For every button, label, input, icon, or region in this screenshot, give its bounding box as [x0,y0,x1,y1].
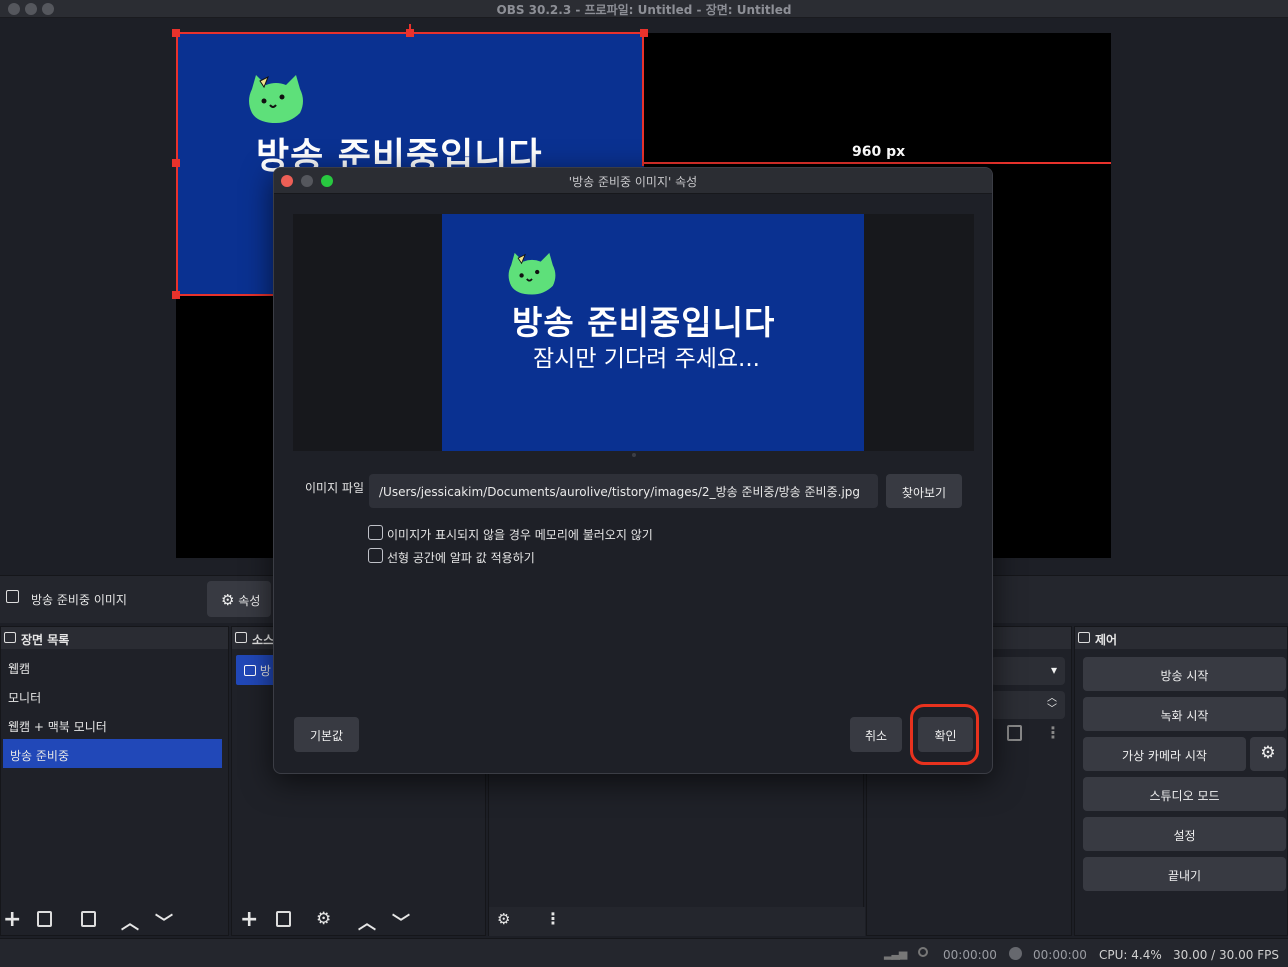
move-source-down-icon[interactable]: ﹀ [392,909,410,935]
window-titlebar: OBS 30.2.3 - 프로파일: Untitled - 장면: Untitl… [0,0,1288,18]
image-file-label: 이미지 파일 [305,481,365,495]
signal-bars-icon: ▂▃▅ [884,947,907,960]
scenes-title: 장면 목록 [21,633,70,647]
preview-resize-grip[interactable] [632,453,636,457]
transition-select[interactable]: ▾ [991,657,1065,685]
highlight-ring [910,704,979,765]
advanced-audio-icon[interactable]: ⚙ [497,910,510,928]
stream-time: 00:00:00 [943,948,997,962]
mixer-menu-icon[interactable]: ⋮ [545,909,561,928]
dialog-zoom-button[interactable] [321,175,333,187]
scene-label: 웹캠 + 맥북 모니터 [8,720,107,734]
exit-button[interactable]: 끝내기 [1083,857,1286,891]
scene-label: 방송 준비중 [10,749,70,763]
stream-status-icon [918,947,928,957]
current-source-name: 방송 준비중 이미지 [31,593,127,607]
scene-label: 모니터 [8,691,42,705]
dock-icon [235,632,247,643]
cat-mascot-icon [249,75,303,123]
remove-scene-icon[interactable] [37,911,52,927]
gear-icon: ⚙ [1260,743,1276,763]
settings-button[interactable]: 설정 [1083,817,1286,851]
dialog-minimize-button[interactable] [301,175,313,187]
selection-guide-right [644,162,1111,164]
properties-button[interactable]: ⚙ 속성 [207,581,271,617]
move-scene-up-icon[interactable]: ︿ [121,909,139,935]
record-status-icon [1009,947,1022,960]
remove-transition-icon[interactable] [1007,725,1022,741]
fps-readout: 30.00 / 30.00 FPS [1173,948,1279,962]
cpu-usage: CPU: 4.4% [1099,948,1162,962]
resize-handle-bl[interactable] [172,291,180,299]
dialog-close-button[interactable] [281,175,293,187]
source-settings-icon[interactable]: ⚙ [316,909,331,929]
dialog-preview-image: 방송 준비중입니다 잠시만 기다려 주세요... [442,214,864,451]
virtual-camera-settings-button[interactable]: ⚙ [1250,737,1286,771]
dialog-title: '방송 준비중 이미지' 속성 [568,175,698,189]
unload-when-hidden-checkbox[interactable] [368,525,383,540]
virtual-camera-button[interactable]: 가상 카메라 시작 [1083,737,1246,771]
properties-label: 속성 [238,594,261,608]
transition-duration-stepper[interactable]: ︿ ﹀ [991,691,1065,719]
source-item-label: 방 [259,664,271,678]
scene-item-standby[interactable]: 방송 준비중 [3,739,222,768]
browse-button[interactable]: 찾아보기 [886,474,962,508]
sources-title: 소스 [252,633,275,647]
linear-alpha-checkbox[interactable] [368,548,383,563]
scenes-header: 장면 목록 [1,627,228,649]
remove-source-icon[interactable] [276,911,291,927]
image-source-icon [6,590,19,603]
resize-handle-t[interactable] [406,29,414,37]
move-scene-down-icon[interactable]: ﹀ [155,909,173,935]
dock-icon [4,632,16,643]
source-item[interactable]: 방 [236,655,276,685]
add-source-icon[interactable]: + [240,907,258,932]
resize-handle-l[interactable] [172,159,180,167]
image-source-icon [244,665,256,676]
record-time: 00:00:00 [1033,948,1087,962]
dialog-titlebar: '방송 준비중 이미지' 속성 [274,168,992,194]
resize-handle-tr[interactable] [640,29,648,37]
properties-dialog: '방송 준비중 이미지' 속성 방송 준비중입니다 잠시만 기다려 주세요...… [273,167,993,774]
controls-header: 제어 [1075,627,1287,649]
add-scene-icon[interactable]: + [3,907,21,932]
scene-item-webcam-macbook[interactable]: 웹캠 + 맥북 모니터 [1,710,228,739]
resize-handle-tl[interactable] [172,29,180,37]
scenes-dock: 장면 목록 웹캠 모니터 웹캠 + 맥북 모니터 방송 준비중 + ︿ ﹀ [0,626,229,936]
cat-mascot-icon [508,252,556,295]
chevron-down-icon: ▾ [1050,663,1057,677]
studio-mode-button[interactable]: 스튜디오 모드 [1083,777,1286,811]
scene-label: 웹캠 [8,662,31,676]
window-title: OBS 30.2.3 - 프로파일: Untitled - 장면: Untitl… [496,3,792,17]
dock-icon [1078,632,1090,643]
selection-border-right [642,32,644,166]
move-source-up-icon[interactable]: ︿ [358,909,376,935]
scene-item-monitor[interactable]: 모니터 [1,681,228,710]
dialog-preview-subtitle: 잠시만 기다려 주세요... [533,346,760,372]
transition-menu-icon[interactable]: ⋮ [1045,723,1061,742]
gear-icon: ⚙ [221,591,235,609]
start-stream-button[interactable]: 방송 시작 [1083,657,1286,691]
status-bar: ▂▃▅ 00:00:00 00:00:00 CPU: 4.4% 30.00 / … [0,938,1288,967]
scene-filter-icon[interactable] [81,911,96,927]
scene-item-webcam[interactable]: 웹캠 [1,652,228,681]
dialog-preview: 방송 준비중입니다 잠시만 기다려 주세요... [293,214,974,451]
start-record-button[interactable]: 녹화 시작 [1083,697,1286,731]
controls-dock: 제어 방송 시작 녹화 시작 가상 카메라 시작 ⚙ 스튜디오 모드 설정 끝내… [1074,626,1288,936]
linear-alpha-label: 선형 공간에 알파 값 적용하기 [387,551,535,565]
dialog-preview-title: 방송 준비중입니다 [512,303,776,342]
unload-when-hidden-label: 이미지가 표시되지 않을 경우 메모리에 불러오지 않기 [387,528,653,542]
dimension-label: 960 px [852,144,906,160]
image-file-input[interactable] [369,474,878,508]
cancel-button[interactable]: 취소 [850,717,902,752]
defaults-button[interactable]: 기본값 [294,717,359,752]
controls-title: 제어 [1095,633,1118,647]
